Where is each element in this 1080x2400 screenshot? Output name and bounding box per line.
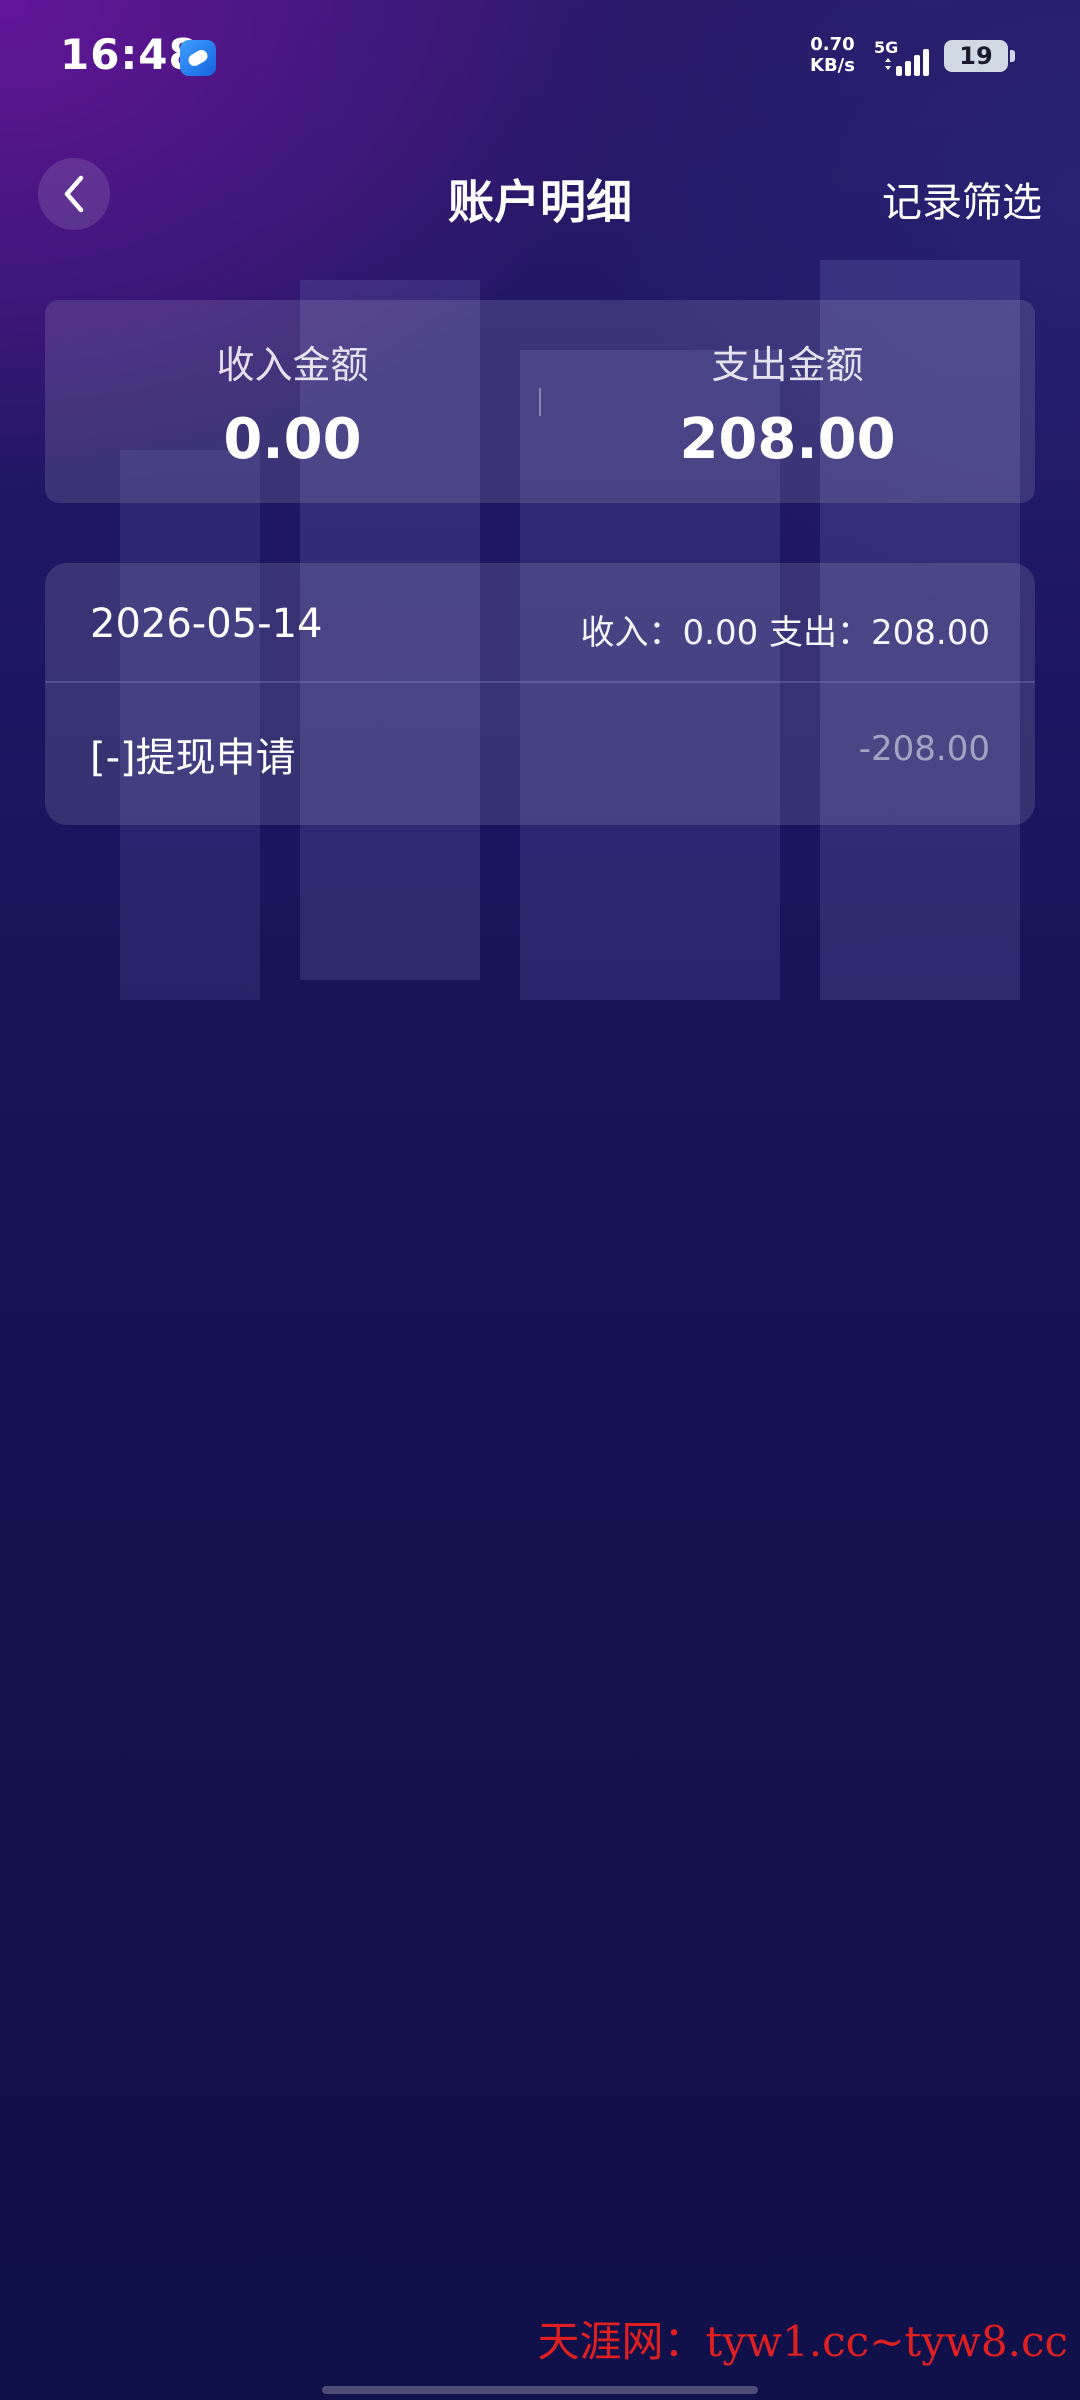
watermark-brand: 天涯网： — [537, 2317, 706, 2366]
list-item[interactable]: [-]提现申请 -208.00 — [45, 685, 1035, 825]
record-title: [-]提现申请 — [90, 735, 296, 781]
income-value: 0.00 — [223, 407, 362, 472]
expense-label: 支出金额 — [711, 343, 864, 387]
nav-bar: 账户明细 记录筛选 — [0, 150, 1080, 240]
record-amount: -208.00 — [858, 729, 990, 769]
signal-icon — [885, 49, 929, 76]
income-summary: 收入金额 0.00 — [45, 334, 540, 472]
network-speed: 0.70 KB/s — [810, 34, 855, 76]
watermark: 天涯网：tyw1.cc~tyw8.cc — [537, 2308, 1068, 2369]
status-bar: 16:48 0.70 KB/s 5G 19 — [0, 0, 1080, 110]
watermark-urls: tyw1.cc~tyw8.cc — [705, 2317, 1068, 2366]
summary-card: 收入金额 0.00 支出金额 208.00 — [45, 300, 1035, 503]
battery-level: 19 — [959, 42, 993, 70]
status-time: 16:48 — [60, 30, 199, 79]
home-indicator[interactable] — [322, 2386, 758, 2394]
income-label: 收入金额 — [216, 343, 369, 387]
app-notification-icon — [180, 40, 216, 76]
record-group: 2026-05-14 收入：0.00 支出：208.00 [-]提现申请 -20… — [45, 563, 1035, 825]
record-day-totals: 收入：0.00 支出：208.00 — [580, 613, 990, 653]
network-speed-unit: KB/s — [810, 55, 855, 76]
record-group-header: 2026-05-14 收入：0.00 支出：208.00 — [45, 563, 1035, 683]
expense-value: 208.00 — [679, 407, 896, 472]
network-speed-value: 0.70 — [810, 34, 855, 55]
record-date: 2026-05-14 — [90, 601, 323, 647]
battery-icon: 19 — [944, 40, 1015, 72]
record-filter-button[interactable]: 记录筛选 — [882, 170, 1042, 228]
expense-summary: 支出金额 208.00 — [540, 334, 1035, 472]
